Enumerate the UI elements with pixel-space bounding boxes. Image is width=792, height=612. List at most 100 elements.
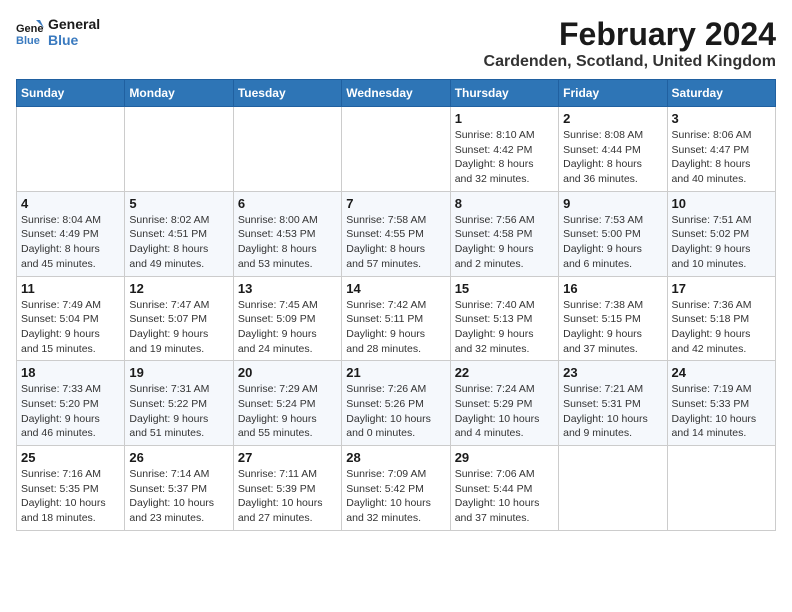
day-number: 23 <box>563 365 662 380</box>
day-number: 7 <box>346 196 445 211</box>
day-number: 13 <box>238 281 337 296</box>
calendar-cell: 26Sunrise: 7:14 AM Sunset: 5:37 PM Dayli… <box>125 446 233 531</box>
day-info: Sunrise: 7:53 AM Sunset: 5:00 PM Dayligh… <box>563 213 662 272</box>
day-number: 29 <box>455 450 554 465</box>
calendar-week-5: 25 Sunrise: 7:16 AM Sunset: 5:35 PM Dayli… <box>17 446 776 531</box>
calendar-cell: 21Sunrise: 7:26 AM Sunset: 5:26 PM Dayli… <box>342 361 450 446</box>
day-info: Sunrise: 8:06 AM Sunset: 4:47 PM Dayligh… <box>672 128 771 187</box>
day-number: 8 <box>455 196 554 211</box>
svg-text:General: General <box>16 23 44 35</box>
day-info: Sunrise: 8:00 AM Sunset: 4:53 PM Dayligh… <box>238 213 337 272</box>
calendar-cell: 16Sunrise: 7:38 AM Sunset: 5:15 PM Dayli… <box>559 276 667 361</box>
day-info: Sunrise: 7:16 AM Sunset: 5:35 PM Dayligh… <box>21 467 120 526</box>
day-number: 25 <box>21 450 120 465</box>
calendar-cell: 27 Sunrise: 7:11 AM Sunset: 5:39 PM Dayli… <box>233 446 341 531</box>
calendar-cell: 22 Sunrise: 7:24 AM Sunset: 5:29 PM Dayli… <box>450 361 558 446</box>
calendar-cell <box>559 446 667 531</box>
day-number: 18 <box>21 365 120 380</box>
calendar-cell: 9 Sunrise: 7:53 AM Sunset: 5:00 PM Daylig… <box>559 191 667 276</box>
day-number: 27 <box>238 450 337 465</box>
svg-text:Blue: Blue <box>16 35 40 46</box>
calendar-cell <box>17 107 125 192</box>
day-number: 15 <box>455 281 554 296</box>
day-header-monday: Monday <box>125 80 233 107</box>
day-number: 12 <box>129 281 228 296</box>
day-number: 28 <box>346 450 445 465</box>
day-info: Sunrise: 8:02 AM Sunset: 4:51 PM Dayligh… <box>129 213 228 272</box>
calendar-cell: 17 Sunrise: 7:36 AM Sunset: 5:18 PM Dayli… <box>667 276 775 361</box>
day-info: Sunrise: 7:51 AM Sunset: 5:02 PM Dayligh… <box>672 213 771 272</box>
day-number: 9 <box>563 196 662 211</box>
calendar-cell: 23Sunrise: 7:21 AM Sunset: 5:31 PM Dayli… <box>559 361 667 446</box>
day-number: 6 <box>238 196 337 211</box>
logo-line2: Blue <box>48 32 100 48</box>
day-number: 3 <box>672 111 771 126</box>
day-number: 4 <box>21 196 120 211</box>
day-info: Sunrise: 7:09 AM Sunset: 5:42 PM Dayligh… <box>346 467 445 526</box>
logo: General Blue General Blue <box>16 16 100 48</box>
day-info: Sunrise: 7:56 AM Sunset: 4:58 PM Dayligh… <box>455 213 554 272</box>
calendar-cell: 1 Sunrise: 8:10 AM Sunset: 4:42 PM Daylig… <box>450 107 558 192</box>
day-info: Sunrise: 7:36 AM Sunset: 5:18 PM Dayligh… <box>672 298 771 357</box>
header-row: SundayMondayTuesdayWednesdayThursdayFrid… <box>17 80 776 107</box>
title-area: February 2024 Cardenden, Scotland, Unite… <box>484 16 776 71</box>
calendar-cell <box>342 107 450 192</box>
logo-line1: General <box>48 16 100 32</box>
day-number: 2 <box>563 111 662 126</box>
day-info: Sunrise: 7:47 AM Sunset: 5:07 PM Dayligh… <box>129 298 228 357</box>
day-info: Sunrise: 7:11 AM Sunset: 5:39 PM Dayligh… <box>238 467 337 526</box>
day-info: Sunrise: 7:24 AM Sunset: 5:29 PM Dayligh… <box>455 382 554 441</box>
day-header-tuesday: Tuesday <box>233 80 341 107</box>
calendar-cell <box>233 107 341 192</box>
calendar-week-3: 11 Sunrise: 7:49 AM Sunset: 5:04 PM Dayli… <box>17 276 776 361</box>
calendar-cell <box>667 446 775 531</box>
page-header: General Blue General Blue February 2024 … <box>16 16 776 71</box>
calendar-cell: 24 Sunrise: 7:19 AM Sunset: 5:33 PM Dayli… <box>667 361 775 446</box>
calendar-cell: 11 Sunrise: 7:49 AM Sunset: 5:04 PM Dayli… <box>17 276 125 361</box>
day-info: Sunrise: 7:49 AM Sunset: 5:04 PM Dayligh… <box>21 298 120 357</box>
day-info: Sunrise: 8:10 AM Sunset: 4:42 PM Dayligh… <box>455 128 554 187</box>
day-number: 10 <box>672 196 771 211</box>
calendar-week-4: 18Sunrise: 7:33 AM Sunset: 5:20 PM Dayli… <box>17 361 776 446</box>
day-info: Sunrise: 7:31 AM Sunset: 5:22 PM Dayligh… <box>129 382 228 441</box>
calendar-week-2: 4Sunrise: 8:04 AM Sunset: 4:49 PM Daylig… <box>17 191 776 276</box>
day-info: Sunrise: 7:42 AM Sunset: 5:11 PM Dayligh… <box>346 298 445 357</box>
day-number: 21 <box>346 365 445 380</box>
day-info: Sunrise: 8:08 AM Sunset: 4:44 PM Dayligh… <box>563 128 662 187</box>
day-header-wednesday: Wednesday <box>342 80 450 107</box>
day-number: 5 <box>129 196 228 211</box>
calendar-cell: 29 Sunrise: 7:06 AM Sunset: 5:44 PM Dayli… <box>450 446 558 531</box>
calendar-cell: 25 Sunrise: 7:16 AM Sunset: 5:35 PM Dayli… <box>17 446 125 531</box>
calendar-cell: 3 Sunrise: 8:06 AM Sunset: 4:47 PM Daylig… <box>667 107 775 192</box>
calendar-table: SundayMondayTuesdayWednesdayThursdayFrid… <box>16 79 776 531</box>
calendar-cell <box>125 107 233 192</box>
day-header-friday: Friday <box>559 80 667 107</box>
day-number: 14 <box>346 281 445 296</box>
day-info: Sunrise: 7:29 AM Sunset: 5:24 PM Dayligh… <box>238 382 337 441</box>
calendar-cell: 12 Sunrise: 7:47 AM Sunset: 5:07 PM Dayli… <box>125 276 233 361</box>
day-number: 24 <box>672 365 771 380</box>
calendar-cell: 20 Sunrise: 7:29 AM Sunset: 5:24 PM Dayli… <box>233 361 341 446</box>
calendar-cell: 2 Sunrise: 8:08 AM Sunset: 4:44 PM Daylig… <box>559 107 667 192</box>
day-number: 20 <box>238 365 337 380</box>
day-header-sunday: Sunday <box>17 80 125 107</box>
calendar-cell: 28 Sunrise: 7:09 AM Sunset: 5:42 PM Dayli… <box>342 446 450 531</box>
day-number: 11 <box>21 281 120 296</box>
logo-icon: General Blue <box>16 18 44 46</box>
month-title: February 2024 <box>484 16 776 53</box>
day-number: 19 <box>129 365 228 380</box>
day-number: 17 <box>672 281 771 296</box>
calendar-cell: 14 Sunrise: 7:42 AM Sunset: 5:11 PM Dayli… <box>342 276 450 361</box>
day-info: Sunrise: 7:58 AM Sunset: 4:55 PM Dayligh… <box>346 213 445 272</box>
location-title: Cardenden, Scotland, United Kingdom <box>484 53 776 71</box>
calendar-cell: 8 Sunrise: 7:56 AM Sunset: 4:58 PM Daylig… <box>450 191 558 276</box>
day-info: Sunrise: 7:40 AM Sunset: 5:13 PM Dayligh… <box>455 298 554 357</box>
day-info: Sunrise: 7:06 AM Sunset: 5:44 PM Dayligh… <box>455 467 554 526</box>
calendar-cell: 15 Sunrise: 7:40 AM Sunset: 5:13 PM Dayli… <box>450 276 558 361</box>
day-number: 16 <box>563 281 662 296</box>
day-info: Sunrise: 7:19 AM Sunset: 5:33 PM Dayligh… <box>672 382 771 441</box>
day-info: Sunrise: 7:14 AM Sunset: 5:37 PM Dayligh… <box>129 467 228 526</box>
day-number: 22 <box>455 365 554 380</box>
day-number: 1 <box>455 111 554 126</box>
calendar-cell: 13Sunrise: 7:45 AM Sunset: 5:09 PM Dayli… <box>233 276 341 361</box>
